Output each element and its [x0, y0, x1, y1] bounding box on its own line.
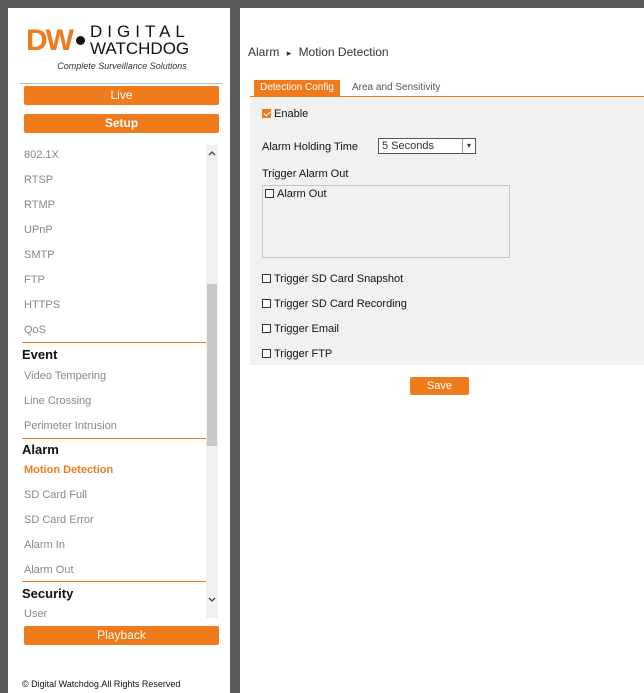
snapshot-label: Trigger SD Card Snapshot [274, 273, 404, 285]
menu-item-802-1x[interactable]: 802.1X [24, 145, 59, 165]
email-label: Trigger Email [274, 323, 339, 335]
menu-item-perimeter-intrusion[interactable]: Perimeter Intrusion [24, 416, 117, 436]
recording-label: Trigger SD Card Recording [274, 298, 407, 310]
snapshot-checkbox[interactable] [262, 274, 271, 283]
menu-item-alarm-in[interactable]: Alarm In [24, 535, 65, 555]
holding-time-select[interactable]: 5 Seconds ▾ [378, 138, 476, 154]
menu-item-sd-card-full[interactable]: SD Card Full [24, 485, 87, 505]
main-content: Alarm ▸ Motion Detection Detection Confi… [240, 8, 644, 693]
menu-item-qos[interactable]: QoS [24, 320, 46, 340]
sidebar: DW DIGITAL WATCHDOG Complete Surveillanc… [8, 8, 230, 693]
logo-divider [20, 83, 222, 84]
holding-time-value: 5 Seconds [382, 140, 434, 152]
recording-checkbox[interactable] [262, 299, 271, 308]
menu-item-video-tempering[interactable]: Video Tempering [24, 366, 106, 386]
menu-item-rtmp[interactable]: RTMP [24, 195, 55, 215]
menu-clip: User [24, 604, 194, 618]
enable-label: Enable [274, 108, 309, 120]
menu-item-sd-card-error[interactable]: SD Card Error [24, 510, 94, 530]
menu-header-security: Security [22, 586, 74, 601]
chevron-up-icon[interactable] [206, 147, 218, 159]
logo-watchdog-text: WATCHDOG [90, 39, 190, 58]
menu-item-motion-detection[interactable]: Motion Detection [24, 460, 113, 480]
trigger-alarm-out-label: Trigger Alarm Out [262, 168, 349, 180]
ftp-label: Trigger FTP [274, 348, 333, 360]
menu-item-https[interactable]: HTTPS [24, 295, 60, 315]
menu-item-alarm-out[interactable]: Alarm Out [24, 560, 74, 580]
recording-row: Trigger SD Card Recording [262, 298, 407, 310]
ftp-row: Trigger FTP [262, 348, 332, 360]
logo-dot [76, 36, 85, 45]
section-divider [22, 342, 207, 343]
menu-scrollbar-thumb[interactable] [207, 284, 217, 446]
copyright-text: © Digital Watchdog.All Rights Reserved [22, 679, 181, 689]
alarm-out-row: Alarm Out [265, 188, 327, 200]
menu-item-upnp[interactable]: UPnP [24, 220, 53, 240]
alarm-out-checkbox[interactable] [265, 189, 274, 198]
section-divider [22, 438, 207, 439]
alarm-out-label: Alarm Out [277, 188, 327, 200]
menu-item-user[interactable]: User [24, 604, 47, 618]
logo-tagline: Complete Surveillance Solutions [57, 61, 187, 71]
alarm-out-list: Alarm Out [262, 185, 510, 258]
section-divider [22, 581, 207, 582]
enable-checkbox[interactable] [262, 109, 271, 118]
menu-item-line-crossing[interactable]: Line Crossing [24, 391, 91, 411]
logo-dw-mark: DW [26, 24, 74, 57]
tab-area-sensitivity[interactable]: Area and Sensitivity [346, 80, 446, 96]
snapshot-row: Trigger SD Card Snapshot [262, 273, 403, 285]
menu-item-smtp[interactable]: SMTP [24, 245, 55, 265]
menu-header-event: Event [22, 347, 58, 362]
ftp-checkbox[interactable] [262, 349, 271, 358]
email-checkbox[interactable] [262, 324, 271, 333]
chevron-down-icon[interactable] [206, 594, 218, 606]
live-button[interactable]: Live [24, 86, 219, 105]
menu-item-ftp[interactable]: FTP [24, 270, 45, 290]
tab-detection-config[interactable]: Detection Config [254, 80, 340, 96]
breadcrumb-page: Motion Detection [298, 45, 389, 59]
chevron-down-icon: ▾ [462, 139, 475, 153]
breadcrumb-section: Alarm [248, 45, 280, 59]
menu-header-alarm: Alarm [22, 442, 59, 457]
holding-time-label: Alarm Holding Time [262, 141, 358, 153]
menu-item-rtsp[interactable]: RTSP [24, 170, 53, 190]
email-row: Trigger Email [262, 323, 339, 335]
triangle-right-icon: ▸ [286, 48, 292, 58]
breadcrumb: Alarm ▸ Motion Detection [248, 45, 389, 59]
enable-row: Enable [262, 108, 308, 120]
playback-button[interactable]: Playback [24, 626, 219, 645]
save-button[interactable]: Save [410, 377, 469, 395]
detection-config-form: Enable Alarm Holding Time 5 Seconds ▾ Tr… [250, 97, 644, 365]
setup-button[interactable]: Setup [24, 114, 219, 133]
brand-logo: DW DIGITAL WATCHDOG Complete Surveillanc… [20, 18, 222, 84]
